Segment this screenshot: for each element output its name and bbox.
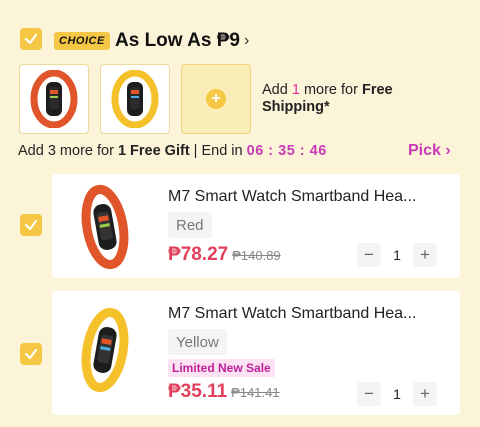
decrease-button[interactable]: − [357, 243, 381, 267]
quantity-value: 1 [393, 247, 401, 263]
product-title[interactable]: M7 Smart Watch Smartband Hea... [168, 188, 440, 206]
yellow-smartband-image [111, 70, 159, 128]
sale-badge: Limited New Sale [168, 359, 275, 377]
red-smartband-image [30, 70, 78, 128]
original-price: ₱140.89 [232, 248, 281, 263]
product-card[interactable]: M7 Smart Watch Smartband Hea... Yellow L… [52, 291, 460, 415]
decrease-button[interactable]: − [357, 382, 381, 406]
header-title[interactable]: As Low As ₱9 [115, 30, 240, 52]
check-icon [24, 219, 38, 231]
choice-badge: CHOICE [54, 32, 110, 50]
price-block: ₱78.27 ₱140.89 [168, 244, 281, 266]
thumbnail-yellow-watch[interactable] [100, 64, 170, 134]
increase-button[interactable]: + [412, 243, 437, 267]
quantity-stepper: − 1 + [357, 242, 437, 268]
variant-selector[interactable]: Red [168, 212, 212, 238]
product-title[interactable]: M7 Smart Watch Smartband Hea... [168, 305, 440, 323]
add-item-slot[interactable]: + [181, 64, 251, 134]
price-block: ₱35.11 ₱141.41 [168, 381, 280, 403]
select-all-checkbox[interactable] [20, 28, 42, 50]
product-card[interactable]: M7 Smart Watch Smartband Hea... Red ₱78.… [52, 174, 460, 278]
increase-button[interactable]: + [412, 382, 437, 406]
countdown-timer: 06 : 35 : 46 [246, 143, 327, 159]
product-image-yellow [81, 307, 129, 393]
free-shipping-text: Add 1 more for Free Shipping* [262, 82, 393, 115]
current-price: ₱35.11 [168, 381, 228, 402]
pick-link[interactable]: Pick › [408, 142, 451, 160]
quantity-value: 1 [393, 386, 401, 402]
variant-selector[interactable]: Yellow [168, 329, 227, 355]
chevron-right-icon[interactable]: › [244, 32, 249, 50]
plus-icon: + [206, 89, 226, 109]
product-image-red [81, 184, 129, 270]
quantity-stepper: − 1 + [357, 381, 437, 407]
current-price: ₱78.27 [168, 244, 229, 265]
check-icon [24, 348, 38, 360]
item-checkbox[interactable] [20, 343, 42, 365]
original-price: ₱141.41 [231, 385, 280, 400]
choice-header: CHOICE As Low As ₱9 › [0, 22, 480, 58]
item-checkbox[interactable] [20, 214, 42, 236]
check-icon [24, 33, 38, 45]
free-gift-text: Add 3 more for 1 Free Gift | End in 06 :… [18, 143, 327, 159]
thumbnail-red-watch[interactable] [19, 64, 89, 134]
